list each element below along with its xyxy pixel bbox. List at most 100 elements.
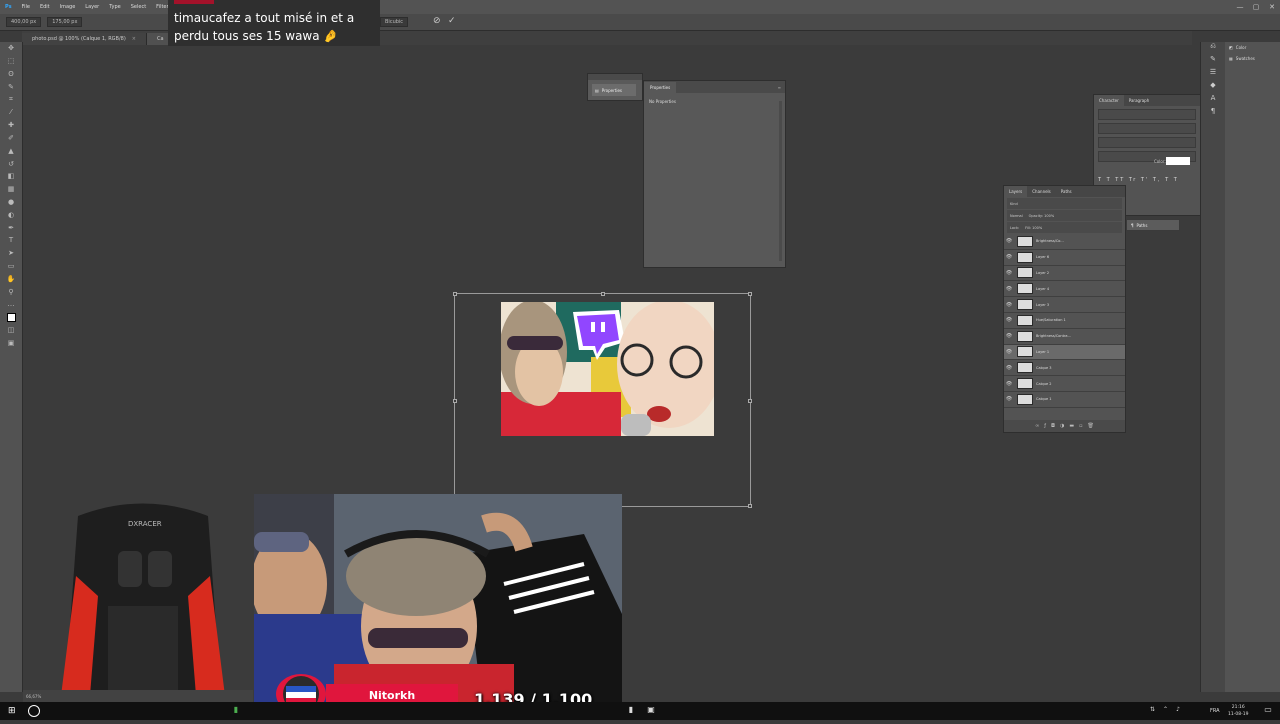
info-icon[interactable]: ◆ — [1201, 81, 1225, 94]
new-layer-icon[interactable]: ▫ — [1079, 423, 1082, 429]
lock-fill-row[interactable]: Lock: Fill: 100% — [1007, 222, 1122, 233]
layer-row[interactable]: 👁 Layer 3 — [1004, 297, 1125, 313]
visibility-eye-icon[interactable]: 👁 — [1004, 381, 1014, 387]
transform-height-field[interactable]: 175,00 px — [47, 17, 83, 27]
text-style-buttons[interactable]: T T TT Tr T' T, T T — [1098, 177, 1196, 183]
pen-tool-icon[interactable]: ✒ — [0, 221, 22, 234]
menu-edit[interactable]: Edit — [35, 4, 55, 10]
screen-mode-icon[interactable]: ▣ — [0, 336, 22, 349]
tab-paths[interactable]: Paths — [1056, 186, 1077, 197]
menu-type[interactable]: Type — [104, 4, 125, 10]
history-brush-icon[interactable]: ↺ — [0, 157, 22, 170]
transform-width-field[interactable]: 400,00 px — [6, 17, 42, 27]
brush-presets-icon[interactable]: ✎ — [1201, 55, 1225, 68]
cancel-transform-icon[interactable]: ⊘ — [433, 16, 441, 26]
minimize-icon[interactable]: — — [1232, 3, 1248, 11]
adjust-icon[interactable]: ☰ — [1201, 68, 1225, 81]
marquee-tool-icon[interactable]: ⬚ — [0, 55, 22, 68]
commit-transform-icon[interactable]: ✓ — [448, 16, 456, 26]
properties-button[interactable]: ▤ Properties — [592, 84, 636, 96]
brush-tool-icon[interactable]: ✐ — [0, 132, 22, 145]
layer-row[interactable]: 👁 Layer 2 — [1004, 266, 1125, 282]
fx-icon[interactable]: ƒ — [1044, 423, 1046, 429]
chevron-up-icon[interactable]: ⌃ — [1163, 706, 1168, 713]
zoom-tool-icon[interactable]: ⚲ — [0, 285, 22, 298]
lasso-tool-icon[interactable]: ʘ — [0, 68, 22, 81]
visibility-eye-icon[interactable]: 👁 — [1004, 349, 1014, 355]
notifications-icon[interactable]: ▭ — [1262, 705, 1274, 717]
visibility-eye-icon[interactable]: 👁 — [1004, 254, 1014, 260]
color-panel-item[interactable]: ◩ Color — [1225, 42, 1280, 53]
layer-row[interactable]: 👁 Calque 2 — [1004, 376, 1125, 392]
layer-row[interactable]: 👁 Brightness/Co... — [1004, 234, 1125, 250]
more-tools-icon[interactable]: … — [0, 298, 22, 311]
menu-file[interactable]: File — [17, 4, 35, 10]
font-family-select[interactable] — [1098, 109, 1196, 120]
visibility-eye-icon[interactable]: 👁 — [1004, 238, 1014, 244]
new-group-icon[interactable]: ▬ — [1069, 423, 1074, 429]
taskbar-app-icon[interactable]: ▣ — [645, 705, 657, 717]
layer-row[interactable]: 👁 Layer 6 — [1004, 250, 1125, 266]
layer-row[interactable]: 👁 Layer 4 — [1004, 281, 1125, 298]
interpolation-select[interactable]: Bicubic — [380, 17, 409, 27]
character-icon[interactable]: A — [1201, 94, 1225, 107]
eraser-tool-icon[interactable]: ◧ — [0, 170, 22, 183]
panel-menu-icon[interactable]: ≡ — [778, 85, 785, 90]
layer-row[interactable]: 👁 Calque 3 — [1004, 360, 1125, 377]
taskbar-app-icon[interactable]: ▮ — [625, 705, 637, 717]
layer-row[interactable]: 👁 Layer 1 — [1004, 344, 1125, 361]
layer-filter-row[interactable]: Kind — [1007, 198, 1122, 209]
opacity-field[interactable]: Opacity: 100% — [1029, 214, 1055, 218]
shape-tool-icon[interactable]: ▭ — [0, 260, 22, 273]
link-layers-icon[interactable]: ∞ — [1035, 423, 1039, 429]
tab-document-1[interactable]: photo.psd @ 100% (Calque 1, RGB/8) × — [22, 33, 147, 45]
add-mask-icon[interactable]: ◘ — [1051, 423, 1055, 429]
visibility-eye-icon[interactable]: 👁 — [1004, 396, 1014, 402]
menu-layer[interactable]: Layer — [80, 4, 104, 10]
swatches-panel-item[interactable]: ▦ Swatches — [1225, 53, 1280, 64]
path-select-tool-icon[interactable]: ➤ — [0, 247, 22, 260]
transform-handle[interactable] — [453, 399, 457, 403]
visibility-eye-icon[interactable]: 👁 — [1004, 302, 1014, 308]
blend-mode-select[interactable]: Normal — [1010, 214, 1023, 218]
layer-row[interactable]: 👁 Brightness/Contra... — [1004, 329, 1125, 345]
layer-row[interactable]: 👁 Hue/Saturation 1 — [1004, 313, 1125, 329]
color-swatches-icon[interactable] — [0, 311, 22, 324]
quick-mask-icon[interactable]: ◫ — [0, 324, 22, 337]
visibility-eye-icon[interactable]: 👁 — [1004, 317, 1014, 323]
transform-handle[interactable] — [748, 504, 752, 508]
zoom-level[interactable]: 66,67% — [26, 694, 41, 699]
network-icon[interactable]: ⇅ — [1150, 706, 1155, 713]
history-icon[interactable]: ⎌ — [1201, 42, 1225, 55]
adjustment-layer-icon[interactable]: ◑ — [1060, 423, 1064, 429]
dodge-tool-icon[interactable]: ◐ — [0, 208, 22, 221]
blend-opacity-row[interactable]: Normal Opacity: 100% — [1007, 210, 1122, 221]
delete-layer-icon[interactable]: 🗑 — [1088, 423, 1094, 429]
properties-scrollbar[interactable] — [779, 101, 782, 261]
visibility-eye-icon[interactable]: 👁 — [1004, 333, 1014, 339]
properties-tab[interactable]: Properties — [644, 81, 677, 93]
tracking-select[interactable] — [1098, 137, 1196, 148]
text-color-swatch[interactable] — [1166, 157, 1190, 165]
font-size-select[interactable] — [1098, 123, 1196, 134]
tab-layers[interactable]: Layers — [1004, 186, 1028, 197]
transform-handle[interactable] — [748, 292, 752, 296]
gradient-tool-icon[interactable]: ▦ — [0, 183, 22, 196]
ps-logo-icon[interactable]: Ps — [0, 4, 17, 10]
tab-character[interactable]: Character — [1094, 95, 1124, 106]
properties-collapsed-panel[interactable]: ▤ Properties — [587, 73, 643, 101]
paragraph-icon[interactable]: ¶ — [1201, 107, 1225, 120]
move-tool-icon[interactable]: ✥ — [0, 42, 22, 55]
windows-start-icon[interactable]: ⊞ — [8, 706, 16, 716]
visibility-eye-icon[interactable]: 👁 — [1004, 270, 1014, 276]
stamp-tool-icon[interactable]: ▲ — [0, 144, 22, 157]
maximize-icon[interactable]: ▢ — [1248, 3, 1264, 11]
close-tab-icon[interactable]: × — [132, 36, 136, 42]
taskbar-app-icon[interactable]: ▮ — [230, 705, 242, 717]
tab-paragraph[interactable]: Paragraph — [1124, 95, 1155, 106]
quick-select-tool-icon[interactable]: ✎ — [0, 80, 22, 93]
type-tool-icon[interactable]: T — [0, 234, 22, 247]
transform-handle[interactable] — [601, 292, 605, 296]
hand-tool-icon[interactable]: ✋ — [0, 272, 22, 285]
eyedropper-tool-icon[interactable]: ⁄ — [0, 106, 22, 119]
